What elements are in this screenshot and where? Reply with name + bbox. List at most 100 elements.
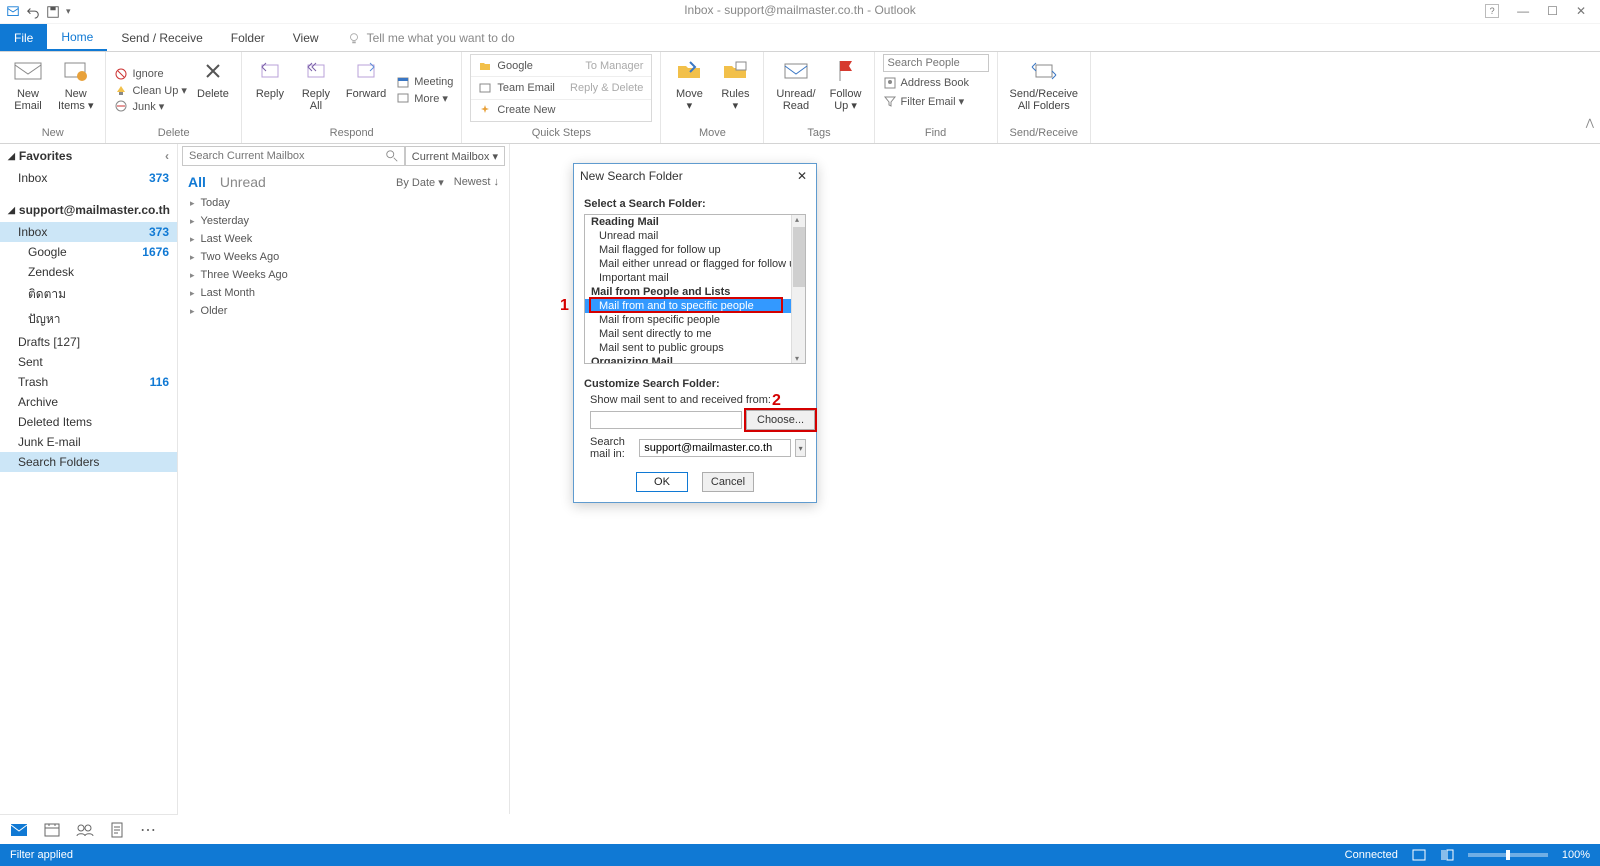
rules-button[interactable]: Rules ▾ — [715, 54, 755, 114]
ignore-button[interactable]: Ignore — [114, 67, 186, 81]
list-group[interactable]: Last Month — [178, 284, 509, 302]
ok-button[interactable]: OK — [636, 472, 688, 492]
qat-customize-icon[interactable]: ▾ — [66, 6, 71, 17]
search-people-input[interactable] — [883, 54, 989, 72]
quick-access-toolbar: ▾ — [0, 0, 1600, 24]
folder--[interactable]: ปัญหา — [0, 307, 177, 332]
group-label-tags: Tags — [772, 127, 865, 143]
zoom-slider[interactable] — [1468, 853, 1548, 857]
new-email-button[interactable]: New Email — [8, 54, 48, 114]
reply-button[interactable]: Reply — [250, 54, 290, 102]
qat-send-receive-icon[interactable] — [6, 5, 20, 19]
minimize-button[interactable]: — — [1517, 4, 1529, 18]
group-delete: Ignore Clean Up ▾ Junk ▾ Delete Delete — [106, 52, 241, 143]
opt-from[interactable]: Mail from specific people — [585, 313, 805, 327]
folder-trash[interactable]: Trash116 — [0, 372, 177, 392]
tab-view[interactable]: View — [279, 24, 333, 51]
folder-sent[interactable]: Sent — [0, 352, 177, 372]
sort-bydate[interactable]: By Date ▾ — [396, 176, 444, 189]
search-icon[interactable] — [385, 149, 399, 163]
address-book-button[interactable]: Address Book — [883, 76, 989, 90]
opt-public[interactable]: Mail sent to public groups — [585, 341, 805, 355]
undo-icon[interactable] — [26, 5, 40, 19]
group-quicksteps: GoogleTo Manager Team EmailReply & Delet… — [462, 52, 661, 143]
follow-up-button[interactable]: Follow Up ▾ — [826, 54, 866, 114]
tab-home[interactable]: Home — [47, 24, 107, 51]
tab-send-receive[interactable]: Send / Receive — [107, 24, 216, 51]
filter-email-button[interactable]: Filter Email ▾ — [883, 94, 989, 108]
forward-button[interactable]: Forward — [342, 54, 390, 102]
list-group[interactable]: Two Weeks Ago — [178, 248, 509, 266]
dialog-title: New Search Folder — [580, 169, 683, 183]
qat-save-icon[interactable] — [46, 5, 60, 19]
filter-all[interactable]: All — [188, 174, 206, 190]
mail-nav-icon[interactable] — [10, 823, 28, 837]
cleanup-button[interactable]: Clean Up ▾ — [114, 83, 186, 97]
opt-from-to[interactable]: Mail from and to specific people — [585, 299, 805, 313]
folder-nav: ◢Favorites‹ Inbox373 ◢support@mailmaster… — [0, 144, 178, 814]
filter-unread[interactable]: Unread — [220, 174, 266, 190]
search-mailbox-input[interactable] — [182, 146, 405, 166]
calendar-nav-icon[interactable] — [44, 822, 60, 838]
view-reading-icon[interactable] — [1440, 849, 1454, 861]
meeting-button[interactable]: Meeting — [396, 75, 453, 89]
dialog-close-button[interactable]: ✕ — [794, 168, 810, 184]
quicksteps-gallery[interactable]: GoogleTo Manager Team EmailReply & Delet… — [470, 54, 652, 122]
tellme[interactable]: Tell me what you want to do — [333, 24, 529, 51]
move-button[interactable]: Move ▾ — [669, 54, 709, 114]
listbox-scrollbar[interactable]: ▴ ▾ — [791, 215, 805, 363]
search-folder-listbox[interactable]: Reading Mail Unread mail Mail flagged fo… — [584, 214, 806, 364]
new-items-button[interactable]: New Items ▾ — [54, 54, 97, 114]
reply-all-button[interactable]: Reply All — [296, 54, 336, 114]
search-in-combo[interactable] — [639, 439, 791, 457]
opt-direct[interactable]: Mail sent directly to me — [585, 327, 805, 341]
view-normal-icon[interactable] — [1412, 849, 1426, 861]
maximize-button[interactable]: ☐ — [1547, 4, 1558, 18]
opt-flagged[interactable]: Mail flagged for follow up — [585, 243, 805, 257]
more-respond-button[interactable]: More ▾ — [396, 91, 453, 105]
more-nav-icon[interactable]: ⋯ — [140, 820, 156, 840]
people-nav-icon[interactable] — [76, 823, 94, 837]
account-header[interactable]: ◢support@mailmaster.co.th — [0, 198, 177, 222]
list-group[interactable]: Last Week — [178, 230, 509, 248]
opt-either[interactable]: Mail either unread or flagged for follow… — [585, 257, 805, 271]
opt-important[interactable]: Important mail — [585, 271, 805, 285]
folder-junk-e-mail[interactable]: Junk E-mail — [0, 432, 177, 452]
group-label-quicksteps: Quick Steps — [470, 127, 652, 143]
tab-file[interactable]: File — [0, 24, 47, 51]
customize-label: Customize Search Folder: — [584, 378, 806, 390]
folder-zendesk[interactable]: Zendesk — [0, 262, 177, 282]
list-group[interactable]: Older — [178, 302, 509, 320]
folder-search-folders[interactable]: Search Folders — [0, 452, 177, 472]
choose-button[interactable]: Choose... — [746, 410, 815, 430]
folder-archive[interactable]: Archive — [0, 392, 177, 412]
sort-newest[interactable]: Newest ↓ — [454, 176, 499, 189]
search-in-dropdown-icon[interactable]: ▾ — [795, 439, 806, 457]
help-icon[interactable]: ? — [1485, 4, 1499, 18]
delete-button[interactable]: Delete — [193, 54, 233, 102]
list-group[interactable]: Three Weeks Ago — [178, 266, 509, 284]
folder-inbox[interactable]: Inbox373 — [0, 222, 177, 242]
fav-inbox[interactable]: Inbox373 — [0, 168, 177, 188]
folder-deleted-items[interactable]: Deleted Items — [0, 412, 177, 432]
tab-folder[interactable]: Folder — [217, 24, 279, 51]
bottom-nav: ⋯ — [0, 814, 178, 844]
group-tags: Unread/ Read Follow Up ▾ Tags — [764, 52, 874, 143]
opt-unread[interactable]: Unread mail — [585, 229, 805, 243]
close-button[interactable]: ✕ — [1576, 4, 1586, 18]
send-receive-all-button[interactable]: Send/Receive All Folders — [1006, 54, 1083, 114]
collapse-ribbon-icon[interactable]: ⋀ — [1586, 118, 1594, 129]
tasks-nav-icon[interactable] — [110, 822, 124, 838]
list-group[interactable]: Yesterday — [178, 212, 509, 230]
folder--[interactable]: ติดตาม — [0, 282, 177, 307]
status-zoom: 100% — [1562, 849, 1590, 861]
folder-google[interactable]: Google1676 — [0, 242, 177, 262]
list-group[interactable]: Today — [178, 194, 509, 212]
favorites-header[interactable]: ◢Favorites‹ — [0, 144, 177, 168]
cancel-button[interactable]: Cancel — [702, 472, 754, 492]
recipient-input[interactable] — [590, 411, 742, 429]
search-scope[interactable]: Current Mailbox ▾ — [405, 146, 505, 166]
unread-read-button[interactable]: Unread/ Read — [772, 54, 819, 114]
junk-button[interactable]: Junk ▾ — [114, 99, 186, 113]
folder-drafts-127-[interactable]: Drafts [127] — [0, 332, 177, 352]
